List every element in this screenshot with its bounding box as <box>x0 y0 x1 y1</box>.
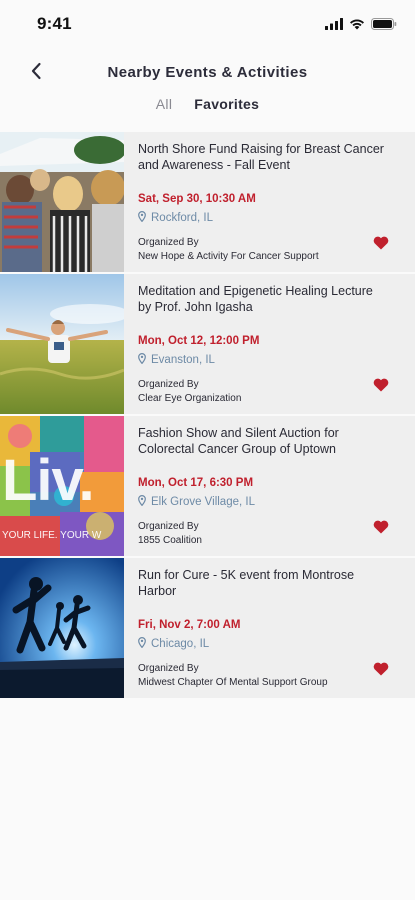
organizer-name: Clear Eye Organization <box>138 393 242 404</box>
heart-icon <box>373 236 389 254</box>
event-date: Mon, Oct 17, 6:30 PM <box>138 477 254 489</box>
tab-all[interactable]: All <box>156 96 172 116</box>
event-list: North Shore Fund Raising for Breast Canc… <box>0 132 415 700</box>
empty-area <box>0 700 415 900</box>
location-text: Rockford, IL <box>151 212 213 224</box>
tab-bar: All Favorites <box>0 96 415 116</box>
event-title: North Shore Fund Raising for Breast Canc… <box>138 142 384 172</box>
header: Nearby Events & Activities <box>0 50 415 94</box>
location-pin-icon <box>138 636 146 651</box>
page-title: Nearby Events & Activities <box>107 64 308 81</box>
mural-subtext: YOUR LIFE. YOUR W <box>2 530 102 541</box>
event-location: Evanston, IL <box>138 352 215 367</box>
favorite-button[interactable] <box>373 236 389 250</box>
event-title: Meditation and Epigenetic Healing Lectur… <box>138 284 373 314</box>
event-image-crowd <box>0 132 124 272</box>
event-title: Run for Cure - 5K event from Montrose Ha… <box>138 568 355 598</box>
event-card[interactable]: Meditation and Epigenetic Healing Lectur… <box>0 274 415 414</box>
event-title: Fashion Show and Silent Auction for Colo… <box>138 426 339 456</box>
tab-favorites[interactable]: Favorites <box>194 96 259 116</box>
location-pin-icon <box>138 494 146 509</box>
event-card[interactable]: North Shore Fund Raising for Breast Canc… <box>0 132 415 272</box>
event-image-field <box>0 274 124 414</box>
event-body: Fashion Show and Silent Auction for Colo… <box>124 416 415 556</box>
event-image-runners <box>0 558 124 698</box>
event-body: Run for Cure - 5K event from Montrose Ha… <box>124 558 415 698</box>
heart-icon <box>373 662 389 680</box>
favorite-button[interactable] <box>373 520 389 534</box>
location-pin-icon <box>138 352 146 367</box>
event-location: Elk Grove Village, IL <box>138 494 255 509</box>
heart-icon <box>373 378 389 396</box>
event-location: Chicago, IL <box>138 636 210 651</box>
mural-text: Liv. <box>2 448 95 513</box>
organized-by-label: Organized By <box>138 521 199 532</box>
event-date: Mon, Oct 12, 12:00 PM <box>138 335 260 347</box>
event-location: Rockford, IL <box>138 210 213 225</box>
event-body: Meditation and Epigenetic Healing Lectur… <box>124 274 415 414</box>
status-icons <box>325 17 397 35</box>
location-text: Chicago, IL <box>151 638 210 650</box>
event-card[interactable]: Liv. YOUR LIFE. YOUR W Fashion Show and … <box>0 416 415 556</box>
organized-by-label: Organized By <box>138 379 199 390</box>
organized-by-label: Organized By <box>138 237 199 248</box>
favorite-button[interactable] <box>373 378 389 392</box>
organizer-name: 1855 Coalition <box>138 535 202 546</box>
favorite-button[interactable] <box>373 662 389 676</box>
organized-by-label: Organized By <box>138 663 199 674</box>
event-card[interactable]: Run for Cure - 5K event from Montrose Ha… <box>0 558 415 698</box>
event-date: Fri, Nov 2, 7:00 AM <box>138 619 241 631</box>
location-pin-icon <box>138 210 146 225</box>
heart-icon <box>373 520 389 538</box>
status-bar: 9:41 <box>0 0 415 50</box>
location-text: Evanston, IL <box>151 354 215 366</box>
cellular-signal-icon <box>325 17 343 35</box>
event-date: Sat, Sep 30, 10:30 AM <box>138 193 256 205</box>
organizer-name: Midwest Chapter Of Mental Support Group <box>138 677 328 688</box>
status-time: 9:41 <box>37 14 72 33</box>
wifi-icon <box>349 17 365 35</box>
event-body: North Shore Fund Raising for Breast Canc… <box>124 132 415 272</box>
battery-icon <box>371 17 397 35</box>
organizer-name: New Hope & Activity For Cancer Support <box>138 251 319 262</box>
event-image-mural: Liv. YOUR LIFE. YOUR W <box>0 416 124 556</box>
location-text: Elk Grove Village, IL <box>151 496 255 508</box>
